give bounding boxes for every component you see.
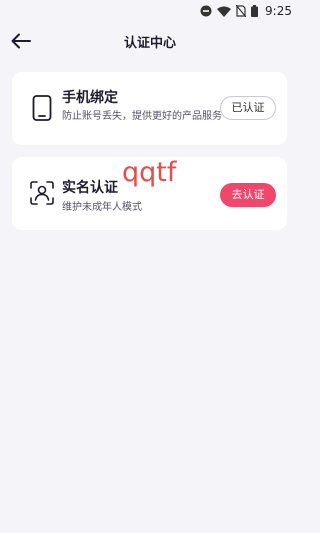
verified-button[interactable]: 已认证 xyxy=(220,96,276,120)
card-subtitle: 防止账号丢失，提供更好的产品服务 xyxy=(62,111,222,122)
battery-icon xyxy=(251,5,259,17)
nav-bar: 认证中心 xyxy=(0,22,300,60)
status-time: 9:25 xyxy=(265,4,292,18)
phone-icon xyxy=(29,94,55,122)
overlay-text: qqtf xyxy=(122,157,177,188)
wifi-icon xyxy=(217,6,232,17)
card-subtitle: 维护未成年人模式 xyxy=(62,202,142,213)
phone-binding-card: 手机绑定 防止账号丢失，提供更好的产品服务 已认证 xyxy=(12,72,287,145)
auth-center-screen: 9:25 认证中心 手机绑定 防止账号丢失，提供更好的产品服务 已认证 实名认证… xyxy=(0,0,300,533)
card-title: 实名认证 xyxy=(62,180,118,196)
do-not-disturb-icon xyxy=(200,5,212,17)
arrow-left-icon xyxy=(11,33,31,49)
card-title: 手机绑定 xyxy=(62,90,118,106)
status-bar: 9:25 xyxy=(0,0,300,22)
verify-button[interactable]: 去认证 xyxy=(220,183,276,207)
no-sim-icon xyxy=(236,5,247,17)
page-title: 认证中心 xyxy=(123,35,176,51)
back-button[interactable] xyxy=(8,28,34,54)
face-id-icon xyxy=(29,179,55,207)
